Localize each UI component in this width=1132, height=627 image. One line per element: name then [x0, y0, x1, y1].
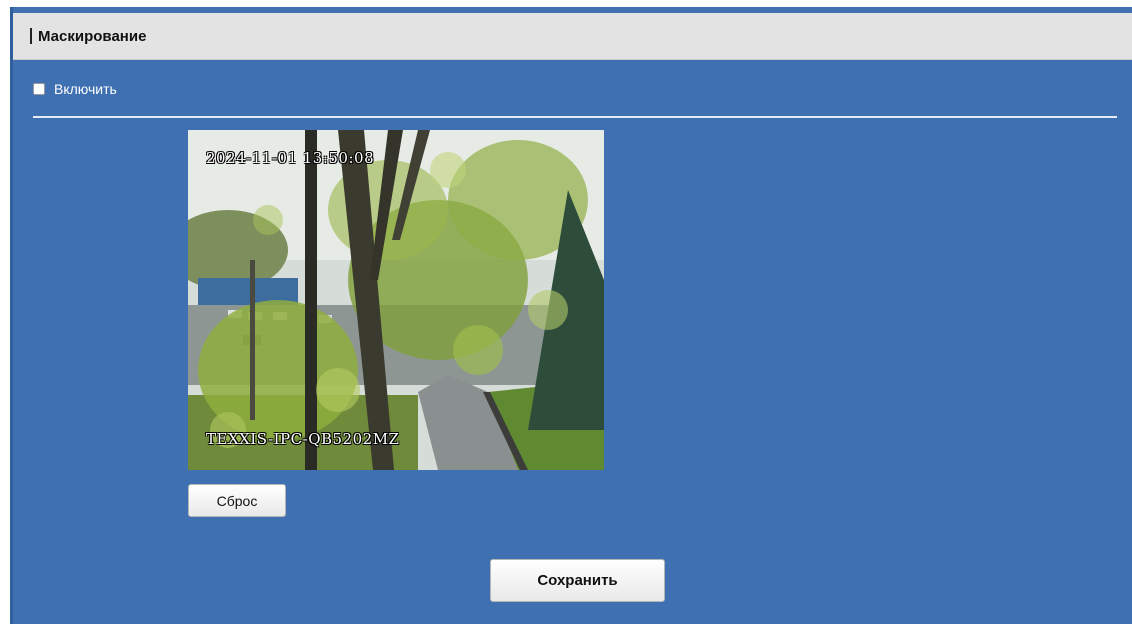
osd-timestamp: 2024-11-01 13:50:08 — [206, 149, 375, 167]
reset-button[interactable]: Сброс — [188, 484, 286, 517]
enable-label[interactable]: Включить — [54, 81, 117, 97]
divider — [33, 116, 1117, 118]
enable-row: Включить — [33, 81, 117, 97]
enable-checkbox[interactable] — [33, 83, 45, 95]
section-title: Маскирование — [38, 27, 147, 45]
privacy-mask-panel: Маскирование Включить 2024-11-01 13:50:0… — [10, 7, 1132, 624]
camera-image — [188, 130, 604, 470]
video-preview[interactable]: 2024-11-01 13:50:08 TEXXIS-IPC-QB5202MZ — [188, 130, 604, 470]
save-button[interactable]: Сохранить — [490, 559, 665, 602]
section-marker — [30, 28, 32, 44]
osd-camera-name: TEXXIS-IPC-QB5202MZ — [206, 430, 400, 448]
panel-header: Маскирование — [13, 13, 1132, 60]
